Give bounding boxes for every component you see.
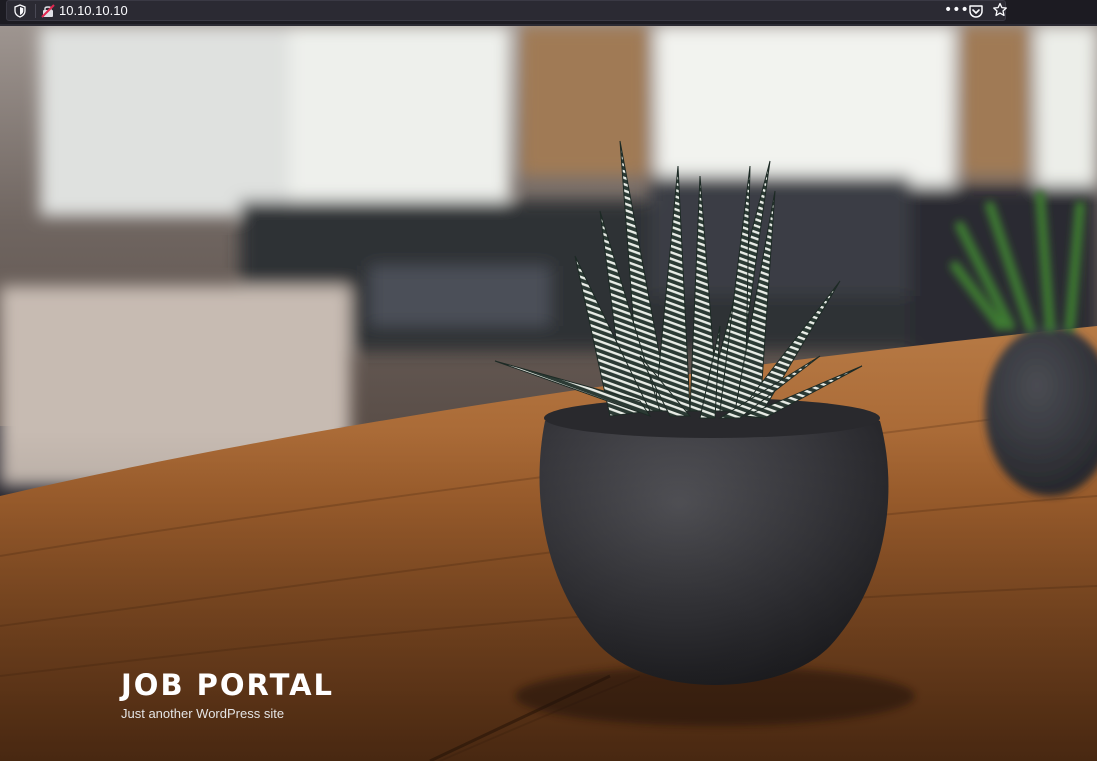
pocket-icon[interactable] <box>968 3 984 19</box>
url-text[interactable]: 10.10.10.10 <box>59 2 128 20</box>
site-description: Just another WordPress site <box>121 706 285 721</box>
url-bar[interactable]: 10.10.10.10 ••• <box>6 0 1008 21</box>
header-hero-image: JOB PORTAL Just another WordPress site <box>0 26 1097 761</box>
shield-icon[interactable] <box>13 4 27 18</box>
site-title[interactable]: JOB PORTAL <box>121 667 334 703</box>
star-icon[interactable] <box>992 2 1008 18</box>
browser-toolbar: 10.10.10.10 ••• <box>0 0 1097 24</box>
page-actions-button[interactable]: ••• <box>944 2 969 18</box>
url-bar-separator <box>35 4 36 18</box>
insecure-lock-icon[interactable] <box>41 4 55 18</box>
site-branding: JOB PORTAL Just another WordPress site <box>121 667 334 722</box>
succulent-plant-photo <box>0 26 1097 761</box>
